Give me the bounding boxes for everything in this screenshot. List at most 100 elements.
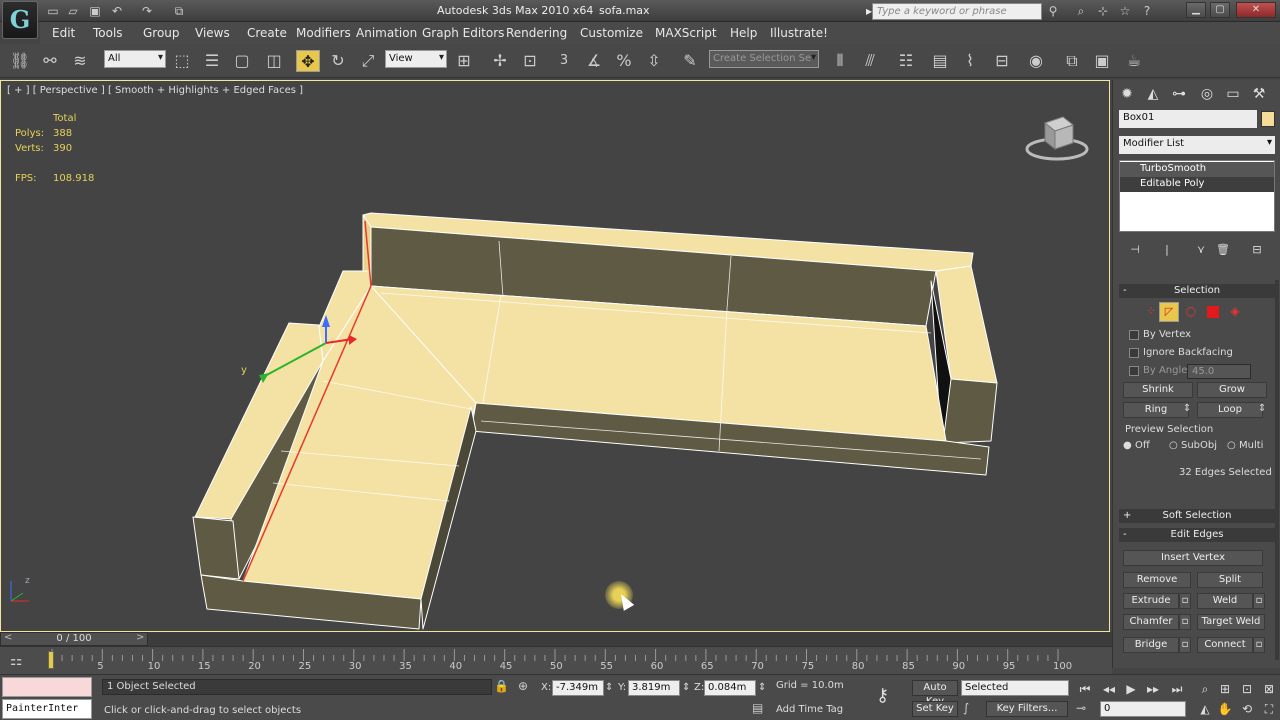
target-weld-button[interactable]: Target Weld — [1197, 614, 1265, 630]
hierarchy-tab-icon[interactable]: ⊶ — [1169, 84, 1189, 104]
align-icon[interactable]: ⫻ — [858, 50, 882, 72]
sofa-model[interactable]: y z — [1, 81, 1109, 631]
key-mode-dropdown[interactable]: Selected — [961, 680, 1069, 696]
bind-space-warp-icon[interactable]: ≋ — [68, 50, 92, 72]
undo-icon[interactable]: ↶ — [108, 3, 126, 19]
object-name-field[interactable]: Box01 — [1119, 110, 1257, 128]
select-object-icon[interactable]: ⬚ — [170, 50, 194, 72]
schematic-view-icon[interactable]: ⊟ — [990, 50, 1014, 72]
border-mode-icon[interactable]: ○ — [1183, 304, 1199, 320]
key-filters-button[interactable]: Key Filters... — [986, 701, 1068, 717]
time-slider[interactable]: 0 / 100 — [0, 632, 148, 646]
time-slider-prev-icon[interactable]: < — [4, 632, 12, 643]
select-and-move-icon[interactable]: ✥ — [296, 50, 320, 72]
pivot-center-icon[interactable]: ⊞ — [452, 50, 476, 72]
preview-off-radio[interactable]: ● — [1123, 440, 1132, 451]
zoom-icon[interactable]: ⌕ — [1194, 681, 1216, 697]
help-icon[interactable]: ? — [1138, 3, 1156, 19]
track-bar[interactable]: ⚏ 5 10 15 20 25 30 35 40 45 50 55 60 65 70 75 80 85 90 95 1… — [0, 646, 1112, 674]
menu-animation[interactable]: Animation — [356, 26, 417, 40]
edit-edges-rollout-header[interactable]: - Edit Edges — [1119, 528, 1275, 542]
named-selection-set-dropdown[interactable]: Create Selection Se — [709, 50, 819, 68]
connect-settings-icon[interactable]: ▫ — [1253, 637, 1265, 653]
command-panel-scrollbar[interactable] — [1275, 280, 1279, 660]
keyboard-shortcut-override-icon[interactable]: ⊡ — [518, 50, 542, 72]
menu-maxscript[interactable]: MAXScript — [655, 26, 717, 40]
menu-modifiers[interactable]: Modifiers — [296, 26, 351, 40]
selection-rollout-header[interactable]: - Selection — [1119, 284, 1275, 298]
pin-stack-icon[interactable]: ⊣ — [1125, 240, 1145, 260]
remove-modifier-icon[interactable]: 🗑 — [1213, 240, 1233, 260]
y-spinner-icon[interactable]: ⇕ — [682, 682, 690, 693]
select-and-link-icon[interactable]: ⛓ — [8, 50, 32, 72]
set-keys-key-icon[interactable]: ⚷ — [876, 685, 889, 706]
select-manipulate-icon[interactable]: ✢ — [488, 50, 512, 72]
z-spinner-icon[interactable]: ⇕ — [758, 682, 766, 693]
by-angle-spinner[interactable]: 45.0 — [1187, 364, 1251, 379]
redo-icon[interactable]: ↷ — [138, 3, 156, 19]
selection-filter-dropdown[interactable]: All — [104, 50, 166, 68]
viewcube-icon[interactable] — [1025, 111, 1093, 163]
menu-help[interactable]: Help — [730, 26, 757, 40]
ring-button[interactable]: Ring — [1123, 402, 1189, 418]
pan-view-icon[interactable]: ✋ — [1214, 701, 1236, 717]
ring-spinner-icon[interactable]: ⇕ — [1183, 403, 1191, 414]
by-angle-checkbox[interactable] — [1129, 366, 1139, 376]
x-coord-field[interactable]: -7.349m — [552, 680, 604, 696]
snaps-toggle-icon[interactable]: 3 — [552, 50, 576, 72]
chamfer-button[interactable]: Chamfer — [1123, 614, 1179, 630]
create-tab-icon[interactable]: ✹ — [1117, 84, 1137, 104]
preview-subobj-radio[interactable]: ○ — [1169, 440, 1178, 451]
percent-snap-icon[interactable]: % — [612, 50, 636, 72]
graphite-modeling-icon[interactable]: ▤ — [928, 50, 952, 72]
modify-tab-icon[interactable]: ◭ — [1143, 84, 1163, 104]
material-editor-icon[interactable]: ◉ — [1024, 50, 1048, 72]
absolute-mode-icon[interactable]: ⊕ — [518, 679, 528, 693]
extrude-button[interactable]: Extrude — [1123, 593, 1179, 609]
menu-edit[interactable]: Edit — [52, 26, 75, 40]
preview-multi-radio[interactable]: ○ — [1227, 440, 1236, 451]
chamfer-settings-icon[interactable]: ▫ — [1179, 614, 1191, 630]
insert-vertex-button[interactable]: Insert Vertex — [1123, 550, 1263, 566]
stack-item-turbosmooth[interactable]: TurboSmooth — [1120, 162, 1274, 177]
utilities-tab-icon[interactable]: ⚒ — [1249, 84, 1269, 104]
configure-modifier-sets-icon[interactable]: ⊟ — [1247, 240, 1267, 260]
go-to-start-icon[interactable]: ⏮ — [1074, 681, 1096, 697]
zoom-extents-all-icon[interactable]: ⊠ — [1258, 681, 1280, 697]
z-coord-field[interactable]: 0.084m — [704, 680, 756, 696]
vertex-mode-icon[interactable]: ⁘ — [1143, 304, 1159, 320]
key-mode-toggle-icon[interactable]: ⊸ — [1076, 701, 1086, 715]
grow-button[interactable]: Grow — [1197, 382, 1267, 398]
communication-center-icon[interactable]: ⊹ — [1094, 3, 1112, 19]
curve-editor-icon[interactable]: ⌇ — [958, 50, 982, 72]
edge-mode-icon[interactable]: ◸ — [1159, 302, 1179, 322]
time-tag-icon[interactable]: ▤ — [752, 701, 763, 715]
render-setup-icon[interactable]: ⧉ — [1060, 50, 1084, 72]
shrink-button[interactable]: Shrink — [1123, 382, 1193, 398]
time-slider-track[interactable]: 0 / 100 < > — [0, 632, 1112, 646]
loop-spinner-icon[interactable]: ⇕ — [1258, 403, 1266, 414]
next-frame-icon[interactable]: ▸▸ — [1142, 681, 1164, 697]
open-file-icon[interactable]: ▱ — [64, 3, 82, 19]
weld-button[interactable]: Weld — [1197, 593, 1253, 609]
search-input[interactable]: Type a keyword or phrase — [872, 3, 1042, 20]
select-and-rotate-icon[interactable]: ↻ — [326, 50, 350, 72]
motion-tab-icon[interactable]: ◎ — [1197, 84, 1217, 104]
weld-settings-icon[interactable]: ▫ — [1253, 593, 1265, 609]
go-to-end-icon[interactable]: ⏭ — [1166, 681, 1188, 697]
select-by-name-icon[interactable]: ☰ — [200, 50, 224, 72]
bridge-button[interactable]: Bridge — [1123, 637, 1179, 653]
polygon-mode-icon[interactable] — [1207, 306, 1219, 318]
close-icon[interactable]: ✕ — [1236, 2, 1276, 18]
maxscript-listener-input[interactable]: PainterInter — [2, 699, 92, 719]
make-unique-icon[interactable]: ⋎ — [1191, 240, 1211, 260]
perspective-viewport[interactable]: [ + ] [ Perspective ] [ Smooth + Highlig… — [0, 80, 1110, 632]
split-button[interactable]: Split — [1197, 572, 1263, 588]
y-coord-field[interactable]: 3.819m — [628, 680, 680, 696]
loop-button[interactable]: Loop — [1197, 402, 1263, 418]
auto-key-button[interactable]: Auto Key — [912, 680, 958, 707]
default-in-out-tangent-icon[interactable]: ∫ — [963, 701, 969, 715]
field-of-view-icon[interactable]: ◭ — [1194, 701, 1216, 717]
edit-named-selection-icon[interactable]: ✎ — [678, 50, 702, 72]
remove-button[interactable]: Remove — [1123, 572, 1191, 588]
